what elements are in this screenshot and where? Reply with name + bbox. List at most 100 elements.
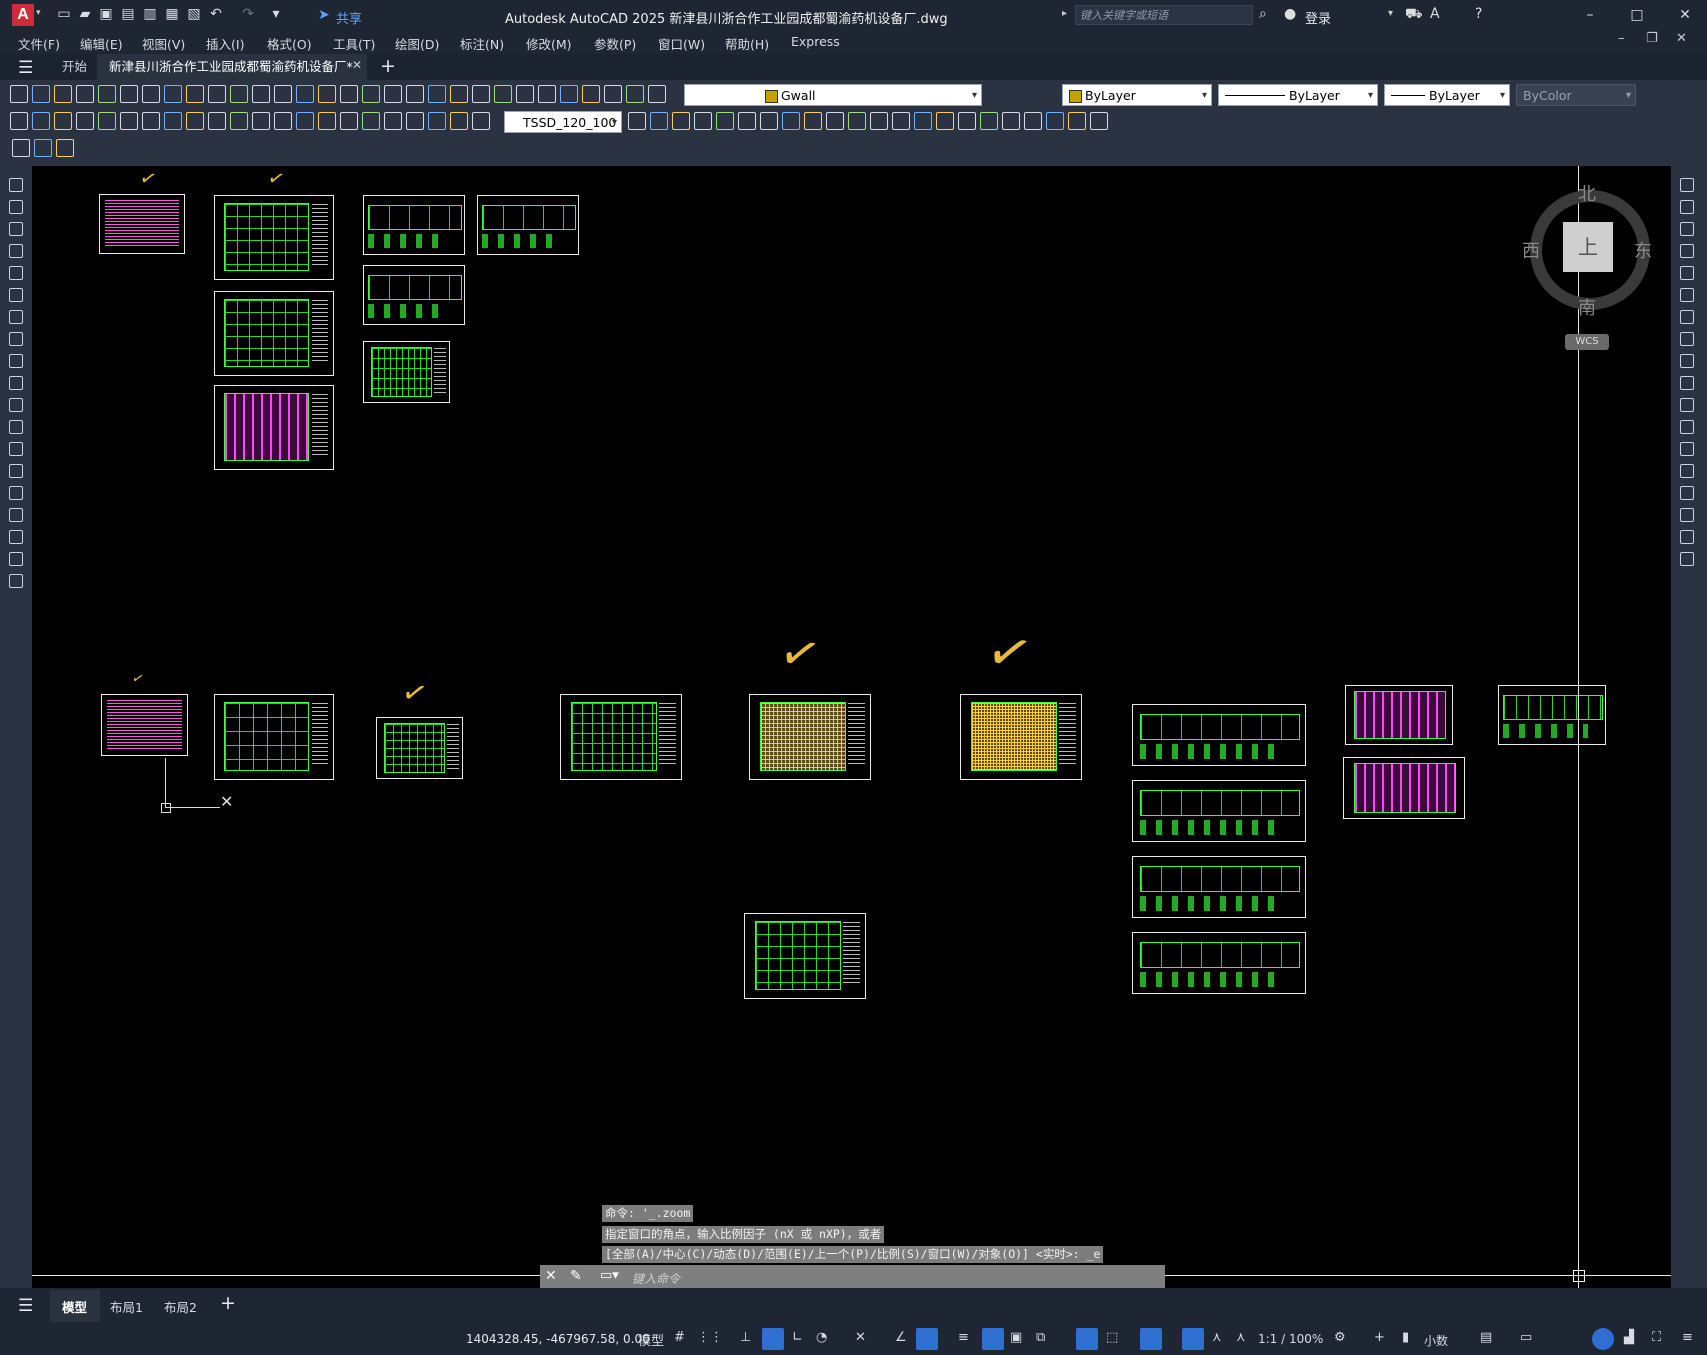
tab-model[interactable]: 模型 — [62, 1297, 87, 1316]
dimension-toolbar-button-7[interactable] — [142, 112, 160, 130]
standard-toolbar-button-20[interactable] — [428, 85, 446, 103]
drawing-sheet-elevation-3[interactable] — [363, 265, 465, 325]
modify-toolbar-button-2[interactable] — [650, 112, 668, 130]
drawing-sheet-elevation-2[interactable] — [477, 195, 579, 255]
annotation-monitor-icon[interactable]: + — [1374, 1330, 1385, 1345]
standard-toolbar-button-16[interactable] — [340, 85, 358, 103]
dimension-toolbar-button-12[interactable] — [252, 112, 270, 130]
modify-palette-tool-5[interactable] — [1680, 266, 1694, 280]
modify-toolbar-button-21[interactable] — [1068, 112, 1086, 130]
standard-toolbar-button-27[interactable] — [582, 85, 600, 103]
drawing-sheet-section-1[interactable] — [1132, 704, 1306, 766]
undo-icon[interactable]: ↶ — [208, 6, 224, 22]
wcs-menu[interactable]: WCS — [1565, 334, 1609, 350]
modify-toolbar-button-1[interactable] — [628, 112, 646, 130]
modify-toolbar-button-3[interactable] — [672, 112, 690, 130]
tab-layout2[interactable]: 布局2 — [164, 1297, 197, 1316]
customize-quick-access-icon[interactable]: ▾ — [268, 6, 284, 22]
modify-toolbar-button-9[interactable] — [804, 112, 822, 130]
modify-toolbar-button-19[interactable] — [1024, 112, 1042, 130]
modify-toolbar-button-17[interactable] — [980, 112, 998, 130]
share-icon[interactable]: ➤ — [318, 7, 330, 23]
dimension-toolbar-button-16[interactable] — [340, 112, 358, 130]
modify-palette-tool-14[interactable] — [1680, 464, 1694, 478]
menu-insert[interactable]: 插入(I) — [206, 34, 244, 53]
drawing-sheet-plan-4[interactable] — [744, 913, 866, 999]
dimension-toolbar-button-14[interactable] — [296, 112, 314, 130]
modify-palette-tool-15[interactable] — [1680, 486, 1694, 500]
dimension-toolbar-button-6[interactable] — [120, 112, 138, 130]
menu-tools[interactable]: 工具(T) — [333, 34, 375, 53]
modify-palette-tool-9[interactable] — [1680, 354, 1694, 368]
modify-toolbar-button-10[interactable] — [826, 112, 844, 130]
user-icon[interactable]: ● — [1284, 6, 1296, 22]
model-space-button[interactable]: 模型 — [638, 1330, 664, 1349]
modify-palette-tool-16[interactable] — [1680, 508, 1694, 522]
close-icon[interactable]: ✕ — [1670, 4, 1700, 26]
modify-palette-tool-11[interactable] — [1680, 398, 1694, 412]
draw-palette-tool-11[interactable] — [9, 398, 23, 412]
add-layout-icon[interactable]: + — [220, 1292, 236, 1314]
customize-command-icon[interactable]: ✎ — [570, 1268, 582, 1284]
standard-toolbar-button-19[interactable] — [406, 85, 424, 103]
open-folder-icon[interactable]: ▰ — [77, 6, 93, 22]
standard-toolbar-button-14[interactable] — [296, 85, 314, 103]
workspace-gear-icon[interactable]: ⚙ — [1334, 1330, 1346, 1345]
plot-icon[interactable]: ▧ — [186, 6, 202, 22]
draw-palette-tool-7[interactable] — [9, 310, 23, 324]
units-icon[interactable]: ▮ — [1402, 1330, 1409, 1345]
compass-west[interactable]: 西 — [1522, 237, 1540, 263]
extra-toolbar-button-2[interactable] — [34, 139, 52, 157]
dimension-toolbar-button-2[interactable] — [32, 112, 50, 130]
standard-toolbar-button-17[interactable] — [362, 85, 380, 103]
autodesk-app-icon[interactable]: A — [1430, 6, 1440, 22]
modify-palette-tool-13[interactable] — [1680, 442, 1694, 456]
units-value[interactable]: 小数 — [1424, 1332, 1448, 1349]
menu-express[interactable]: Express — [791, 34, 840, 49]
modify-palette-tool-17[interactable] — [1680, 530, 1694, 544]
modify-toolbar-button-12[interactable] — [870, 112, 888, 130]
doc-restore-icon[interactable]: ❐ — [1646, 31, 1658, 46]
search-input[interactable]: 键入关键字或短语 — [1075, 5, 1253, 25]
draw-palette-tool-15[interactable] — [9, 486, 23, 500]
modify-toolbar-button-16[interactable] — [958, 112, 976, 130]
isodraft-icon[interactable]: ✕ — [855, 1330, 866, 1345]
login-chevron-icon[interactable]: ▾ — [1388, 8, 1393, 19]
modify-palette-tool-1[interactable] — [1680, 178, 1694, 192]
close-tab-icon[interactable]: ✕ — [352, 58, 362, 72]
object-snap-tracking-icon[interactable]: ∠ — [895, 1330, 907, 1345]
standard-toolbar-button-4[interactable] — [76, 85, 94, 103]
drawing-sheet-section-4[interactable] — [1132, 932, 1306, 994]
dimension-toolbar-button-13[interactable] — [274, 112, 292, 130]
tab-start[interactable]: 开始 — [52, 54, 97, 80]
menu-edit[interactable]: 编辑(E) — [80, 34, 123, 53]
draw-palette-tool-19[interactable] — [9, 574, 23, 588]
modify-toolbar-button-22[interactable] — [1090, 112, 1108, 130]
polar-tracking-icon[interactable]: ◔ — [816, 1330, 827, 1345]
dimension-toolbar-button-4[interactable] — [76, 112, 94, 130]
dimension-toolbar-button-22[interactable] — [472, 112, 490, 130]
dimension-toolbar-button-3[interactable] — [54, 112, 72, 130]
standard-toolbar-button-26[interactable] — [560, 85, 578, 103]
modify-toolbar-button-13[interactable] — [892, 112, 910, 130]
modify-palette-tool-8[interactable] — [1680, 332, 1694, 346]
standard-toolbar-button-18[interactable] — [384, 85, 402, 103]
menu-window[interactable]: 窗口(W) — [658, 34, 705, 53]
publish-icon[interactable]: ▥ — [142, 6, 158, 22]
drawing-sheet-details-1[interactable] — [363, 341, 450, 403]
standard-toolbar-button-3[interactable] — [54, 85, 72, 103]
menu-format[interactable]: 格式(O) — [267, 34, 312, 53]
new-file-icon[interactable]: ▭ — [56, 6, 72, 22]
customization-icon[interactable]: ≡ — [1682, 1330, 1693, 1345]
dimension-toolbar-button-8[interactable] — [164, 112, 182, 130]
dimension-toolbar-button-20[interactable] — [428, 112, 446, 130]
linetype-dropdown[interactable]: ByLayer ▾ — [1218, 84, 1378, 106]
drawing-sheet-section-3[interactable] — [1132, 856, 1306, 918]
drawing-sheet-plan-1[interactable] — [214, 195, 334, 280]
extra-toolbar-button-1[interactable] — [12, 139, 30, 157]
modify-toolbar-button-6[interactable] — [738, 112, 756, 130]
dynamic-ucs-icon[interactable] — [1076, 1328, 1098, 1350]
app-menu-chevron-icon[interactable]: ▾ — [36, 8, 41, 18]
expand-search-icon[interactable]: ▸ — [1062, 8, 1067, 19]
draw-palette-tool-4[interactable] — [9, 244, 23, 258]
